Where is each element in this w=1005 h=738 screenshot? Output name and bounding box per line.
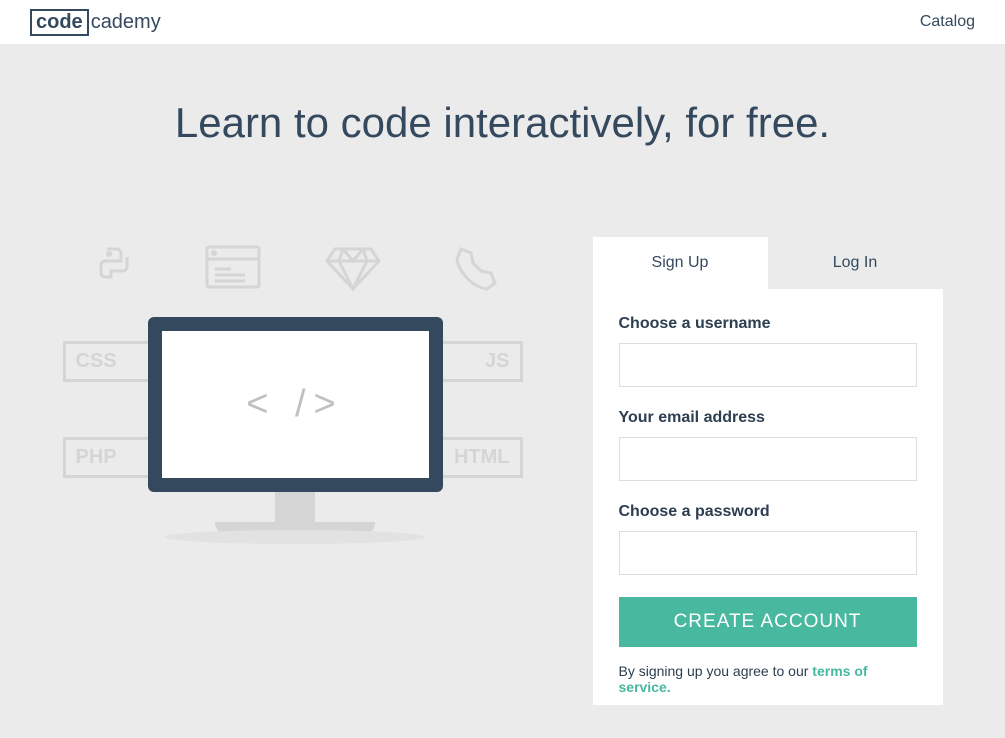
tab-login[interactable]: Log In — [768, 237, 943, 289]
python-icon — [83, 237, 143, 297]
password-input[interactable] — [619, 531, 917, 575]
hero-illustration: CSS JS PHP HTML < /> — [63, 237, 523, 577]
headline: Learn to code interactively, for free. — [0, 99, 1005, 147]
email-input[interactable] — [619, 437, 917, 481]
username-input[interactable] — [619, 343, 917, 387]
email-label: Your email address — [619, 409, 917, 427]
tos-text: By signing up you agree to our terms of … — [619, 663, 917, 695]
create-account-button[interactable]: CREATE ACCOUNT — [619, 597, 917, 647]
monitor-neck — [275, 492, 315, 522]
content-row: CSS JS PHP HTML < /> Sign Up Log In Choo… — [0, 237, 1005, 705]
logo-box: code — [30, 9, 89, 36]
monitor-screen: < /> — [148, 317, 443, 492]
signup-form: Choose a username Your email address Cho… — [593, 289, 943, 705]
tag-css: CSS — [63, 341, 151, 382]
phone-icon — [443, 237, 503, 297]
browser-icon — [203, 237, 263, 297]
auth-card: Sign Up Log In Choose a username Your em… — [593, 237, 943, 705]
header: codecademy Catalog — [0, 0, 1005, 44]
password-label: Choose a password — [619, 503, 917, 521]
monitor: < /> — [148, 317, 443, 544]
auth-tabs: Sign Up Log In — [593, 237, 943, 289]
tag-js: JS — [435, 341, 523, 382]
monitor-shadow — [165, 530, 425, 544]
username-label: Choose a username — [619, 315, 917, 333]
diamond-icon — [323, 237, 383, 297]
hero: Learn to code interactively, for free. C… — [0, 44, 1005, 738]
tag-php: PHP — [63, 437, 151, 478]
tag-html: HTML — [435, 437, 523, 478]
nav-catalog[interactable]: Catalog — [920, 13, 975, 31]
tab-signup[interactable]: Sign Up — [593, 237, 768, 289]
logo[interactable]: codecademy — [30, 9, 161, 36]
tos-prefix: By signing up you agree to our — [619, 663, 813, 679]
logo-text: cademy — [91, 11, 161, 34]
